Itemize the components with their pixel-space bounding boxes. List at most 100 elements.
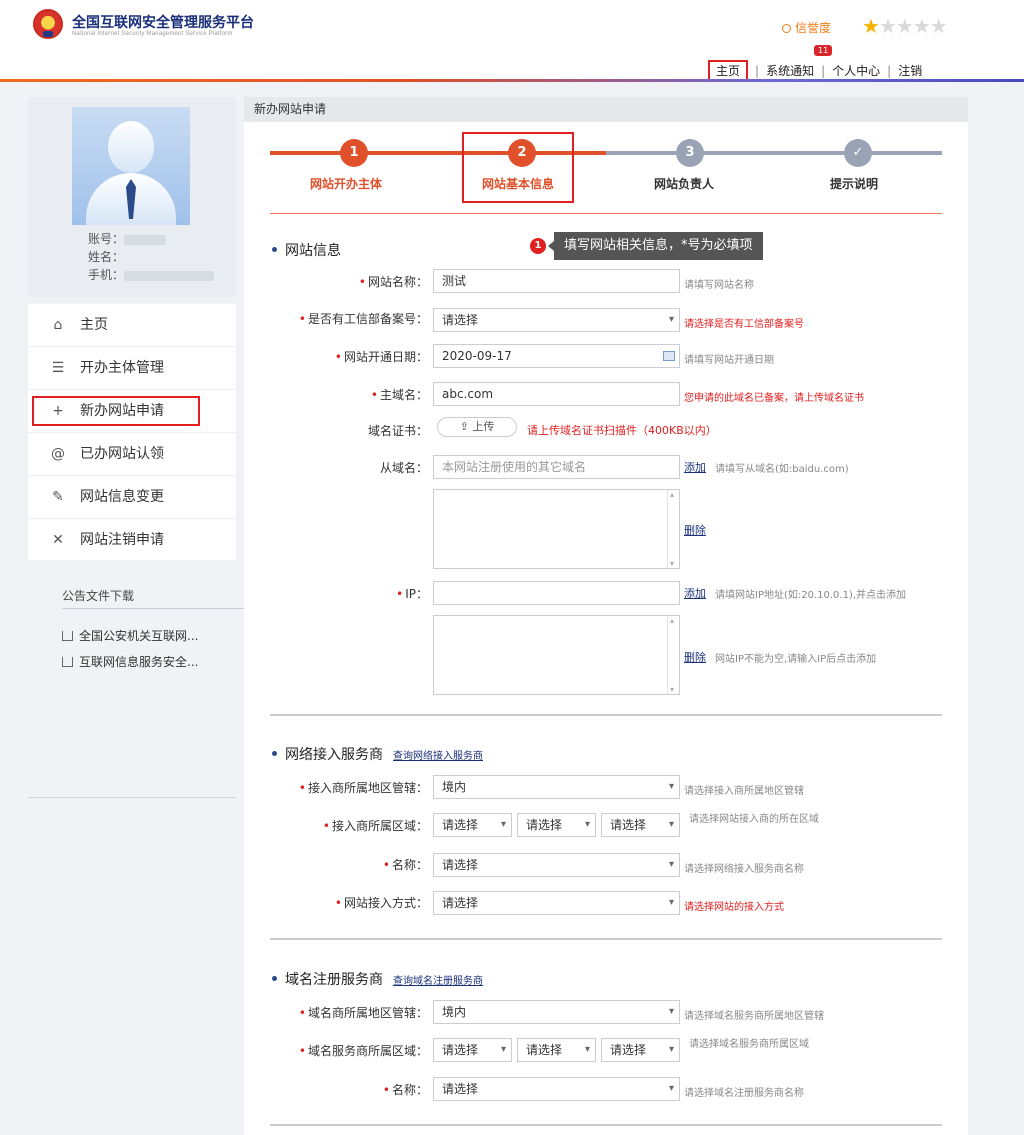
- sidebar-menu: ⌂ 主页 ☰ 开办主体管理 + 新办网站申请 @ 已办网站认领 ✎ 网站信息变更 ✕ 网站注…: [28, 304, 236, 562]
- open-date-input[interactable]: 2020-09-17: [433, 344, 680, 368]
- list-icon: ☰: [51, 360, 65, 376]
- platform-subtitle: National Internet Security Management Se…: [72, 31, 233, 37]
- downloads-divider: [62, 608, 244, 609]
- upload-icon: ⇪: [459, 420, 473, 433]
- nav-logout-link[interactable]: 注销: [898, 64, 922, 78]
- registrar-area-hint: 请选择域名服务商所属区域: [689, 1039, 809, 1050]
- step-1-dot: 1: [340, 139, 368, 167]
- notification-badge: 11: [814, 45, 833, 56]
- query-registrar-link[interactable]: 查询域名注册服务商: [393, 976, 483, 987]
- header-divider: [0, 79, 1024, 82]
- access-province-select[interactable]: 请选择: [433, 813, 512, 837]
- site-name-input[interactable]: 测试: [433, 269, 680, 293]
- registrar-region-hint: 请选择域名服务商所属地区管辖: [684, 1011, 824, 1022]
- home-icon: ⌂: [53, 317, 63, 333]
- ip-list[interactable]: [433, 615, 680, 695]
- sidebar-item-home[interactable]: ⌂ 主页: [28, 304, 236, 347]
- star-empty-icon: ★: [895, 14, 914, 38]
- sidebar-item-claim[interactable]: @ 已办网站认领: [28, 433, 236, 476]
- access-district-select[interactable]: 请选择: [601, 813, 680, 837]
- user-icon: [782, 24, 791, 33]
- download-icon: [62, 631, 73, 641]
- scrollbar[interactable]: [667, 490, 679, 568]
- subdomain-add-link[interactable]: 添加: [684, 459, 706, 475]
- access-area-hint: 请选择网站接入商的所在区域: [689, 814, 819, 825]
- phone-label: 手机：: [88, 268, 125, 282]
- main-panel: 新办网站申请 1 2 3 ✓ 网站开办主体 网站基本信息 网站负责人 提示说明 …: [244, 97, 968, 1135]
- sidebar-item-label: 开办主体管理: [80, 360, 164, 376]
- open-date-label: • 网站开通日期：: [334, 350, 428, 364]
- download-icon: [62, 657, 73, 667]
- registrar-district-select[interactable]: 请选择: [601, 1038, 680, 1062]
- icp-label: • 是否有工信部备案号：: [298, 312, 428, 326]
- sidebar-item-entity[interactable]: ☰ 开办主体管理: [28, 347, 236, 390]
- name-row: 姓名：: [88, 248, 124, 265]
- access-name-select[interactable]: 请选择: [433, 853, 680, 877]
- subdomain-delete-link[interactable]: 删除: [684, 522, 706, 538]
- registrar-city-select[interactable]: 请选择: [517, 1038, 596, 1062]
- section-divider: [270, 1124, 942, 1126]
- steps-divider: [270, 213, 942, 214]
- access-region-hint: 请选择接入商所属地区管辖: [684, 786, 804, 797]
- credit-rating: 信誉度: [782, 19, 831, 36]
- subdomain-input[interactable]: 本网站注册使用的其它域名: [433, 455, 680, 479]
- account-label: 账号：: [88, 232, 125, 246]
- ip-add-link[interactable]: 添加: [684, 585, 706, 601]
- scrollbar[interactable]: [667, 616, 679, 694]
- registrar-region-label: • 域名商所属地区管辖：: [298, 1006, 428, 1020]
- step-4-check-icon: ✓: [844, 139, 872, 167]
- download-link[interactable]: 互联网信息服务安全...: [62, 653, 198, 670]
- phone-row: 手机：: [88, 266, 215, 283]
- sidebar-item-change[interactable]: ✎ 网站信息变更: [28, 476, 236, 519]
- downloads-title: 公告文件下载: [62, 589, 135, 603]
- upload-button[interactable]: ⇪ 上传: [437, 417, 517, 437]
- access-mode-select[interactable]: 请选择: [433, 891, 680, 915]
- rating-stars: ★★★★★: [862, 14, 948, 38]
- registrar-province-select[interactable]: 请选择: [433, 1038, 512, 1062]
- main-domain-input[interactable]: abc.com: [433, 382, 680, 406]
- access-region-select[interactable]: 境内: [433, 775, 680, 799]
- nav-profile-link[interactable]: 个人中心: [832, 64, 880, 78]
- sidebar-item-new-site[interactable]: + 新办网站申请: [28, 390, 236, 433]
- download-link[interactable]: 全国公安机关互联网...: [62, 627, 198, 644]
- main-domain-hint: 您申请的此域名已备案，请上传域名证书: [684, 393, 864, 404]
- user-card: 账号： 姓名： 手机：: [28, 97, 236, 297]
- ip-label: • IP：: [396, 587, 428, 601]
- sidebar-item-label: 已办网站认领: [80, 446, 164, 462]
- icp-hint: 请选择是否有工信部备案号: [684, 319, 804, 330]
- avatar: [72, 107, 190, 225]
- query-access-link[interactable]: 查询网络接入服务商: [393, 751, 483, 762]
- nav-notify-link[interactable]: 系统通知: [766, 64, 814, 78]
- cert-label: 域名证书：: [367, 424, 428, 438]
- subdomain-hint: 请填写从域名(如:baidu.com): [715, 464, 849, 475]
- subdomain-label: 从域名：: [379, 461, 428, 475]
- access-region-label: • 接入商所属地区管辖：: [298, 781, 428, 795]
- section-divider: [270, 938, 942, 940]
- edit-icon: ✎: [52, 489, 64, 505]
- page-title: 新办网站申请: [244, 97, 968, 122]
- access-area-label: • 接入商所属区域：: [322, 819, 428, 833]
- tip-text: 填写网站相关信息，*号为必填项: [548, 232, 763, 260]
- close-icon: ✕: [52, 532, 64, 548]
- registrar-name-label: • 名称：: [382, 1083, 428, 1097]
- credit-label: 信誉度: [795, 21, 832, 35]
- calendar-icon[interactable]: [663, 351, 675, 361]
- registrar-name-select[interactable]: 请选择: [433, 1077, 680, 1101]
- access-city-select[interactable]: 请选择: [517, 813, 596, 837]
- star-empty-icon: ★: [878, 14, 897, 38]
- icp-select[interactable]: 请选择: [433, 308, 680, 332]
- progress-steps: 1 2 3 ✓ 网站开办主体 网站基本信息 网站负责人 提示说明: [270, 139, 942, 199]
- ip-hint: 请填网站IP地址(如:20.10.0.1),并点击添加: [715, 590, 907, 601]
- registrar-area-label: • 域名服务商所属区域：: [298, 1044, 428, 1058]
- step-4-label: 提示说明: [830, 177, 879, 191]
- at-icon: @: [51, 446, 65, 462]
- open-date-hint: 请填写网站开通日期: [684, 355, 774, 366]
- police-emblem-logo: [33, 9, 63, 39]
- subdomain-list[interactable]: [433, 489, 680, 569]
- sidebar-item-cancel[interactable]: ✕ 网站注销申请: [28, 519, 236, 562]
- ip-input[interactable]: [433, 581, 680, 605]
- ip-delete-link[interactable]: 删除: [684, 649, 706, 665]
- registrar-region-select[interactable]: 境内: [433, 1000, 680, 1024]
- star-empty-icon: ★: [912, 14, 931, 38]
- access-title: 网络接入服务商 查询网络接入服务商: [272, 744, 483, 764]
